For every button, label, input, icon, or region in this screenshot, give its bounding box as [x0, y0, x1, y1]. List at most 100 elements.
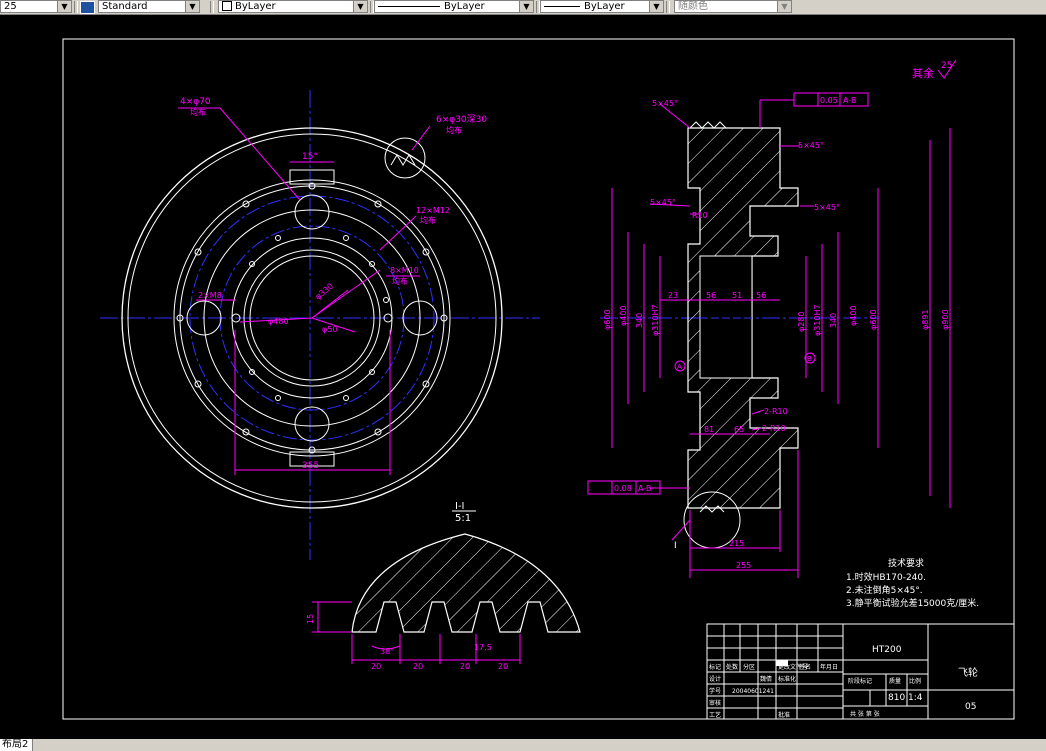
drawing-canvas[interactable]: 其余 25 4×φ70 均布 6×φ30深30 均布 12×M12 均布 8×M…: [0, 14, 1046, 739]
part-name: 飞轮: [958, 666, 978, 679]
process-label: 工艺: [709, 711, 721, 719]
datum-top: A-B: [843, 96, 856, 105]
zone-label: 分区: [743, 663, 755, 671]
layout-tab[interactable]: 布局2: [0, 739, 34, 751]
scale-combo[interactable]: 25 ▼: [0, 0, 72, 13]
dim-r50: φ50: [322, 325, 337, 334]
lightening-hole-top: [294, 194, 330, 230]
date-label: 年月日: [820, 663, 838, 671]
lightening-sub: 均布: [446, 125, 462, 135]
chevron-down-icon[interactable]: ▼: [57, 1, 71, 12]
layer-combo[interactable]: ByLayer ▼: [218, 0, 368, 13]
scale: 1:4: [908, 693, 923, 703]
d-340b: 340: [829, 313, 838, 328]
chamfer-3: 5×45°: [650, 198, 676, 207]
sheet-frame: [62, 38, 1015, 720]
lineweight-value: ByLayer: [584, 1, 625, 12]
roughness-other-value: 25: [941, 61, 952, 71]
d-400: φ400: [619, 305, 628, 326]
chevron-down-icon[interactable]: ▼: [649, 1, 663, 12]
datum-b: B: [807, 355, 812, 363]
w-51: 51: [732, 291, 742, 300]
h-15: 15: [306, 614, 315, 624]
slot-top: [289, 169, 335, 185]
chamfer-1: 5×45°: [652, 99, 678, 108]
notes-line1: 1.时效HB170-240.: [846, 571, 926, 583]
datum-a: A: [677, 363, 682, 371]
chamfer-4: 5×45°: [814, 203, 840, 212]
toolbar-separator: [74, 1, 78, 13]
toolbar-separator: [210, 1, 214, 13]
w-20c: 20: [460, 662, 470, 671]
text-style-combo[interactable]: Standard ▼: [98, 0, 200, 13]
plot-style-value: 随颜色: [678, 1, 708, 12]
properties-toolbar: 25 ▼ Standard ▼ ByLayer ▼ ByLayer ▼ ByLa…: [0, 0, 1046, 15]
linetype-combo[interactable]: ByLayer ▼: [374, 0, 534, 13]
w-215: 215: [729, 539, 744, 548]
chevron-down-icon[interactable]: ▼: [353, 1, 367, 12]
weight: 810: [888, 693, 905, 703]
stage-label: 阶段标记: [848, 677, 872, 685]
w-81: 81: [704, 425, 714, 434]
r10c: 2-R10: [762, 424, 786, 433]
student-no: 20040601241: [732, 688, 774, 695]
student-label: 学号: [709, 687, 721, 695]
drawing-no: 05: [965, 702, 976, 712]
roughness-other-label: 其余: [912, 66, 934, 80]
notes-title: 技术要求: [888, 557, 924, 569]
text-style-value: Standard: [102, 1, 148, 12]
lightening-hole-bottom: [294, 406, 330, 442]
plot-style-combo[interactable]: 随颜色 ▼: [674, 0, 792, 13]
count-label: 处数: [726, 663, 738, 671]
detail-view: [312, 510, 581, 664]
d-891: φ891: [921, 309, 930, 330]
detail-mark: I: [674, 541, 677, 551]
angle-label: 15°: [302, 152, 318, 162]
designer-label: 设计: [709, 675, 721, 683]
weight-label: 质量: [889, 677, 901, 685]
d-900: φ900: [941, 309, 950, 330]
detail-title: I-I: [455, 501, 465, 512]
approve-label: 批准: [778, 711, 790, 719]
detail-scale: 5:1: [455, 513, 471, 524]
front-view: [100, 90, 540, 560]
r10a: R10: [692, 211, 708, 220]
datum-bottom: A-B: [638, 484, 651, 493]
w-17: 17.5: [474, 643, 492, 652]
toolbar-separator: [666, 1, 670, 13]
scale-label: 比例: [909, 677, 921, 685]
std-label: 标准化: [778, 675, 796, 683]
designer-name: 魏倩: [760, 675, 772, 683]
linetype-preview: [378, 5, 440, 7]
tol-bottom: 0.08: [614, 484, 632, 493]
lightening-label: 6×φ30深30: [436, 114, 487, 125]
angle-38: 38°: [380, 647, 394, 656]
thread2-label: 8×M10: [390, 266, 419, 275]
section-view: [587, 92, 951, 578]
detail-circle: [384, 137, 426, 179]
w-65: 65: [734, 425, 744, 434]
d-600b: φ600: [869, 309, 878, 330]
chevron-down-icon[interactable]: ▼: [519, 1, 533, 12]
layout-tabs-bar: 布局2: [0, 739, 1046, 751]
w-255: 255: [736, 561, 751, 570]
layer-value: ByLayer: [235, 1, 276, 12]
reviewer-label: 审核: [709, 699, 721, 707]
scale-value: 25: [4, 1, 17, 12]
w-20a: 20: [371, 662, 381, 671]
text-style-icon[interactable]: [80, 1, 95, 14]
w-20d: 20: [498, 662, 508, 671]
w-56: 56: [706, 291, 716, 300]
d-310: φ310H7: [651, 304, 660, 336]
chevron-down-icon[interactable]: ▼: [777, 1, 791, 12]
lineweight-combo[interactable]: ByLayer ▼: [540, 0, 664, 13]
w-20b: 20: [413, 662, 423, 671]
notes-line2: 2.未注倒角5×45°.: [846, 584, 923, 596]
dim-355: 355: [302, 461, 319, 471]
chevron-down-icon[interactable]: ▼: [185, 1, 199, 12]
holes-label: 4×φ70: [180, 97, 211, 107]
sign-label: 标记: [709, 663, 721, 671]
dim-r330: φ330: [314, 281, 336, 301]
d-400b: φ400: [849, 305, 858, 326]
lineweight-preview: [544, 5, 580, 7]
